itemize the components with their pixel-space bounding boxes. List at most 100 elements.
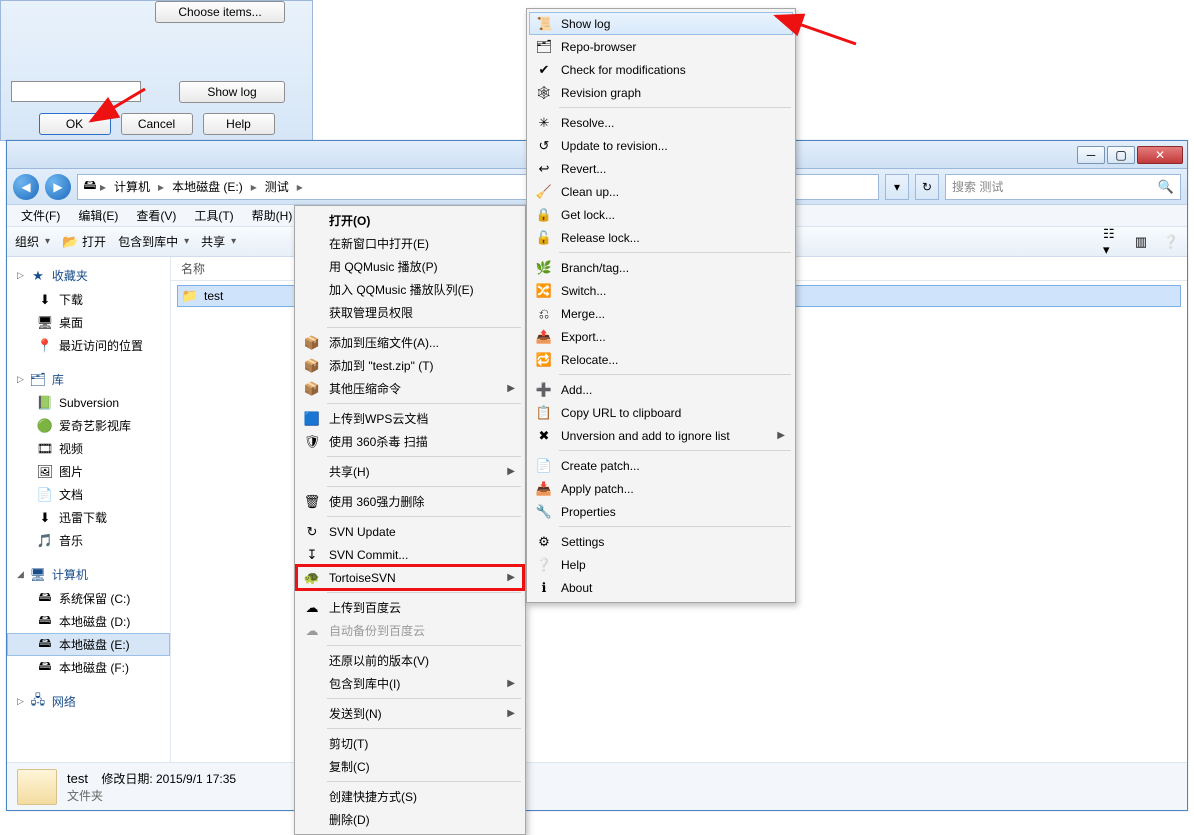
menu-item-label: Resolve... (561, 116, 614, 130)
menu-item[interactable]: ⎌Merge... (529, 302, 793, 325)
preview-pane-icon[interactable]: ▥ (1133, 234, 1149, 250)
sidebar-item[interactable]: 🖥桌面 (7, 311, 170, 334)
menu-item[interactable]: 🔧Properties (529, 500, 793, 523)
breadcrumb-dropdown[interactable]: ▾ (885, 174, 909, 200)
ok-button[interactable]: OK (39, 113, 111, 135)
organize-button[interactable]: 组织 (15, 233, 50, 250)
sidebar-item[interactable]: 🖴本地磁盘 (E:) (7, 633, 170, 656)
menu-item-label: 上传到WPS云文档 (329, 410, 428, 427)
menu-item[interactable]: 🧹Clean up... (529, 180, 793, 203)
menu-item[interactable]: 用 QQMusic 播放(P) (297, 255, 523, 278)
menu-item[interactable]: ✔Check for modifications (529, 58, 793, 81)
sidebar-item[interactable]: 🖴本地磁盘 (F:) (7, 656, 170, 679)
maximize-button[interactable]: ▢ (1107, 146, 1135, 164)
include-in-library-button[interactable]: 包含到库中 (118, 233, 189, 250)
menu-edit[interactable]: 编辑(E) (70, 205, 126, 226)
show-log-button[interactable]: Show log (179, 81, 285, 103)
breadcrumb-folder[interactable]: 测试 (259, 175, 295, 199)
sidebar-favorites-header[interactable]: ▷★收藏夹 (7, 263, 170, 288)
help-icon[interactable]: ❔ (1163, 234, 1179, 250)
breadcrumb-drive[interactable]: 本地磁盘 (E:) (166, 175, 249, 199)
dialog-text-input[interactable] (11, 81, 141, 102)
menu-item[interactable]: ✳Resolve... (529, 111, 793, 134)
menu-item[interactable]: 获取管理员权限 (297, 301, 523, 324)
menu-view[interactable]: 查看(V) (128, 205, 184, 226)
menu-item[interactable]: 🛡使用 360杀毒 扫描 (297, 430, 523, 453)
menu-item[interactable]: 发送到(N)▶ (297, 702, 523, 725)
sidebar-network-header[interactable]: ▷🖧网络 (7, 689, 170, 714)
menu-item[interactable]: ↺Update to revision... (529, 134, 793, 157)
menu-item[interactable]: 打开(O) (297, 209, 523, 232)
menu-item[interactable]: 🌿Branch/tag... (529, 256, 793, 279)
refresh-button[interactable]: ↻ (915, 174, 939, 200)
sidebar-item[interactable]: 📍最近访问的位置 (7, 334, 170, 357)
menu-item[interactable]: ↧SVN Commit... (297, 543, 523, 566)
close-button[interactable]: ✕ (1137, 146, 1183, 164)
menu-item[interactable]: 🕸Revision graph (529, 81, 793, 104)
menu-item[interactable]: 📜Show log (529, 12, 793, 35)
cancel-button[interactable]: Cancel (121, 113, 193, 135)
sidebar-item[interactable]: 🖴本地磁盘 (D:) (7, 610, 170, 633)
menu-item[interactable]: 📥Apply patch... (529, 477, 793, 500)
sidebar-item[interactable]: 🖴系统保留 (C:) (7, 587, 170, 610)
sidebar-item[interactable]: 📗Subversion (7, 392, 170, 414)
sidebar-computer-header[interactable]: ◢🖥计算机 (7, 562, 170, 587)
menu-item[interactable]: 🔀Switch... (529, 279, 793, 302)
menu-item[interactable]: 创建快捷方式(S) (297, 785, 523, 808)
menu-item[interactable]: 📦添加到压缩文件(A)... (297, 331, 523, 354)
menu-item[interactable]: ☁上传到百度云 (297, 596, 523, 619)
sidebar-item[interactable]: 🟢爱奇艺影视库 (7, 414, 170, 437)
sidebar-libraries-header[interactable]: ▷🗂库 (7, 367, 170, 392)
search-input[interactable]: 搜索 测试 🔍 (945, 174, 1181, 200)
menu-item[interactable]: 📄Create patch... (529, 454, 793, 477)
menu-item[interactable]: 🗂Repo-browser (529, 35, 793, 58)
menu-item-label: Create patch... (561, 459, 640, 473)
forward-button[interactable]: ▶ (45, 174, 71, 200)
share-button[interactable]: 共享 (201, 233, 236, 250)
menu-item[interactable]: ⚙Settings (529, 530, 793, 553)
menu-item[interactable]: 🔓Release lock... (529, 226, 793, 249)
menu-item[interactable]: 📦其他压缩命令▶ (297, 377, 523, 400)
menu-item[interactable]: 🟦上传到WPS云文档 (297, 407, 523, 430)
menu-help[interactable]: 帮助(H) (244, 205, 301, 226)
menu-item[interactable]: 🔁Relocate... (529, 348, 793, 371)
menu-item[interactable]: 📋Copy URL to clipboard (529, 401, 793, 424)
menu-item[interactable]: ℹAbout (529, 576, 793, 599)
sidebar-item[interactable]: 🖼图片 (7, 460, 170, 483)
menu-item[interactable]: 剪切(T) (297, 732, 523, 755)
menu-item-label: Apply patch... (561, 482, 634, 496)
menu-item[interactable]: 还原以前的版本(V) (297, 649, 523, 672)
menu-item[interactable]: ❔Help (529, 553, 793, 576)
archive-icon: 📦 (304, 358, 320, 374)
menu-item[interactable]: ✖Unversion and add to ignore list▶ (529, 424, 793, 447)
menu-item[interactable]: 📤Export... (529, 325, 793, 348)
menu-item[interactable]: 🗑使用 360强力删除 (297, 490, 523, 513)
menu-item[interactable]: 在新窗口中打开(E) (297, 232, 523, 255)
choose-items-button[interactable]: Choose items... (155, 1, 285, 23)
sidebar-item[interactable]: 🎞视频 (7, 437, 170, 460)
menu-item[interactable]: 🔒Get lock... (529, 203, 793, 226)
menu-item[interactable]: 复制(C) (297, 755, 523, 778)
help-button[interactable]: Help (203, 113, 275, 135)
sidebar-item[interactable]: ⬇迅雷下载 (7, 506, 170, 529)
sidebar-item[interactable]: ⬇下载 (7, 288, 170, 311)
menu-item[interactable]: ↻SVN Update (297, 520, 523, 543)
sidebar-item[interactable]: 📄文档 (7, 483, 170, 506)
menu-item[interactable]: ➕Add... (529, 378, 793, 401)
menu-item[interactable]: 📦添加到 "test.zip" (T) (297, 354, 523, 377)
menu-item[interactable]: 包含到库中(I)▶ (297, 672, 523, 695)
menu-file[interactable]: 文件(F) (13, 205, 68, 226)
menu-item[interactable]: ↩Revert... (529, 157, 793, 180)
minimize-button[interactable]: ─ (1077, 146, 1105, 164)
sidebar-item[interactable]: 🎵音乐 (7, 529, 170, 552)
menu-tools[interactable]: 工具(T) (186, 205, 241, 226)
view-options-icon[interactable]: ☷ ▾ (1103, 234, 1119, 250)
menu-item[interactable]: 加入 QQMusic 播放队列(E) (297, 278, 523, 301)
menu-item[interactable]: 共享(H)▶ (297, 460, 523, 483)
back-button[interactable]: ◀ (13, 174, 39, 200)
copyurl-icon: 📋 (536, 405, 552, 421)
open-button[interactable]: 📂 打开 (62, 233, 106, 250)
breadcrumb-computer[interactable]: 计算机 (108, 175, 156, 199)
menu-item[interactable]: 🐢TortoiseSVN▶ (297, 566, 523, 589)
menu-item[interactable]: 删除(D) (297, 808, 523, 831)
